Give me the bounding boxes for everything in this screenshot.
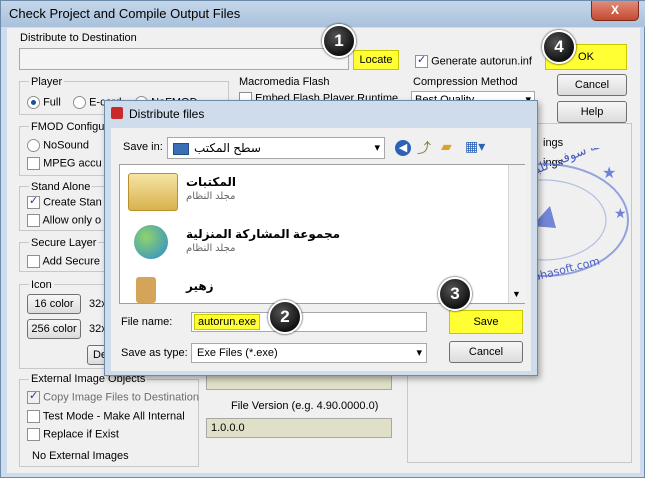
create-standalone-label: Create Stan xyxy=(43,196,102,209)
color16-button[interactable]: 16 color xyxy=(27,294,81,314)
destination-field[interactable] xyxy=(19,48,349,70)
item-subtitle: مجلد النظام xyxy=(186,191,236,202)
distribute-files-dialog: Distribute files Save in: سطح المكتب ▾ ◀… xyxy=(104,100,538,376)
file-name-value: autorun.exe xyxy=(194,314,261,330)
icon-label: Icon xyxy=(29,279,54,291)
copy-images-checkbox[interactable]: Copy Image Files to Destination xyxy=(27,389,199,404)
copy-images-label: Copy Image Files to Destination xyxy=(43,391,199,404)
window-title: Check Project and Compile Output Files xyxy=(9,6,241,21)
item-title: زهير xyxy=(186,279,214,293)
dialog-client: Save in: سطح المكتب ▾ ◀ ⤴ ▰ ▦▾ المكتبات … xyxy=(111,128,531,371)
checkbox-icon xyxy=(27,410,40,423)
locate-button[interactable]: Locate xyxy=(353,50,399,70)
list-scrollbar[interactable]: ▼ xyxy=(508,165,525,303)
file-version-field[interactable]: 1.0.0.0 xyxy=(206,418,392,438)
allow-only-label: Allow only o xyxy=(42,214,102,227)
checkbox-icon xyxy=(27,214,40,227)
dialog-title: Distribute files xyxy=(129,107,205,121)
replace-exist-checkbox[interactable]: Replace if Exist xyxy=(27,428,119,441)
homegroup-icon xyxy=(134,225,168,259)
step-badge-3: 3 xyxy=(438,277,472,311)
mpeg-label: MPEG accu xyxy=(43,157,102,170)
radio-icon xyxy=(27,139,40,152)
mpeg-checkbox[interactable]: MPEG accu xyxy=(27,157,102,170)
step-badge-2: 2 xyxy=(268,300,302,334)
help-button[interactable]: Help xyxy=(557,101,627,123)
file-version-label: File Version (e.g. 4.90.0000.0) xyxy=(231,400,379,412)
item-title: المكتبات xyxy=(186,175,237,189)
save-button[interactable]: Save xyxy=(449,310,523,334)
add-secure-label: Add Secure xyxy=(42,255,100,268)
list-item[interactable]: المكتبات مجلد النظام xyxy=(124,169,514,219)
item-title: مجموعة المشاركة المنزلية xyxy=(186,227,341,241)
standalone-label: Stand Alone xyxy=(29,181,93,193)
save-as-type-label: Save as type: xyxy=(121,347,188,359)
cancel-button[interactable]: Cancel xyxy=(557,74,627,96)
player-label: Player xyxy=(29,76,65,88)
secure-label: Secure Layer xyxy=(29,237,99,249)
step-badge-4: 4 xyxy=(542,30,576,64)
allow-only-checkbox[interactable]: Allow only o xyxy=(27,214,101,227)
compression-label: Compression Method xyxy=(413,76,518,88)
save-in-value: سطح المكتب xyxy=(194,141,261,155)
view-menu-icon[interactable]: ▦▾ xyxy=(465,138,485,155)
checkbox-icon xyxy=(27,194,40,209)
new-folder-icon[interactable]: ▰ xyxy=(441,138,452,155)
item-subtitle: مجلد النظام xyxy=(186,243,236,254)
file-name-field[interactable]: autorun.exe xyxy=(191,312,427,332)
chevron-down-icon[interactable]: ▼ xyxy=(512,289,521,299)
no-external-images-label: No External Images xyxy=(32,450,129,462)
list-item[interactable]: مجموعة المشاركة المنزلية مجلد النظام xyxy=(124,221,514,271)
cancel-button[interactable]: Cancel xyxy=(449,341,523,363)
radio-icon xyxy=(73,96,86,109)
checkbox-icon xyxy=(27,255,40,268)
save-in-label: Save in: xyxy=(123,141,163,153)
save-in-select[interactable]: سطح المكتب ▾ xyxy=(167,137,385,159)
libraries-folder-icon xyxy=(128,173,178,211)
checkbox-icon xyxy=(415,53,428,68)
player-full-label: Full xyxy=(43,96,61,109)
file-version-value: 1.0.0.0 xyxy=(211,422,245,434)
save-as-type-value: Exe Files (*.exe) xyxy=(197,347,278,359)
close-button[interactable]: X xyxy=(591,1,639,21)
create-standalone-checkbox[interactable]: Create Stan xyxy=(27,194,102,209)
color256-button[interactable]: 256 color xyxy=(27,319,81,339)
replace-exist-label: Replace if Exist xyxy=(43,428,119,441)
test-mode-checkbox[interactable]: Test Mode - Make All Internal xyxy=(27,410,185,423)
file-name-label: File name: xyxy=(121,316,173,328)
macromedia-label: Macromedia Flash xyxy=(239,76,330,88)
nosound-label: NoSound xyxy=(43,139,89,152)
checkbox-icon xyxy=(27,428,40,441)
star-icon: ★ xyxy=(614,205,627,221)
chevron-down-icon: ▾ xyxy=(374,142,380,154)
checkbox-icon xyxy=(27,157,40,170)
user-folder-icon xyxy=(136,277,156,303)
star-icon: ★ xyxy=(602,165,616,182)
step-badge-1: 1 xyxy=(322,24,356,58)
player-full-radio[interactable]: Full xyxy=(27,96,61,109)
up-folder-icon[interactable]: ⤴ xyxy=(417,138,431,158)
distribute-label: Distribute to Destination xyxy=(20,32,137,44)
generate-autorun-label: Generate autorun.inf xyxy=(431,55,532,68)
grey-field-top[interactable] xyxy=(206,374,392,390)
chevron-down-icon: ▾ xyxy=(416,347,422,359)
back-icon[interactable]: ◀ xyxy=(395,140,411,156)
app-icon xyxy=(111,107,123,119)
title-bar: Check Project and Compile Output Files xyxy=(1,1,645,27)
dialog-title-bar: Distribute files xyxy=(105,101,537,127)
desktop-icon xyxy=(173,143,189,155)
test-mode-label: Test Mode - Make All Internal xyxy=(42,410,185,423)
add-secure-checkbox[interactable]: Add Secure xyxy=(27,255,100,268)
nosound-radio[interactable]: NoSound xyxy=(27,139,89,152)
checkbox-icon xyxy=(27,389,40,404)
generate-autorun-checkbox[interactable]: Generate autorun.inf xyxy=(415,53,532,68)
radio-icon xyxy=(27,96,40,109)
save-as-type-select[interactable]: Exe Files (*.exe) ▾ xyxy=(191,343,427,363)
